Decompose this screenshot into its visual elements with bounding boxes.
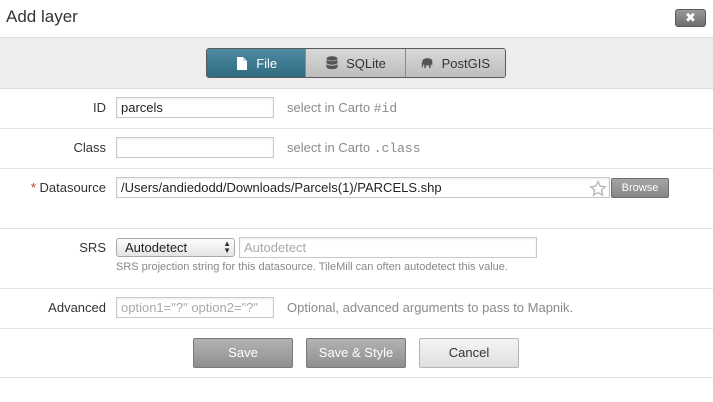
class-row: Class select in Carto .class [0, 129, 713, 169]
advanced-label: Advanced [48, 300, 106, 315]
datasource-label-text: Datasource [39, 180, 106, 195]
elephant-icon [421, 56, 434, 70]
tab-file-label: File [256, 55, 278, 71]
id-hint-text: select in Carto [287, 100, 371, 115]
id-row: ID parcels select in Carto #id [0, 89, 713, 129]
datasource-row: * Datasource /Users/andiedodd/Downloads/… [0, 169, 713, 229]
class-input[interactable] [116, 137, 274, 158]
advanced-row: Advanced option1="?" option2="?" Optiona… [0, 289, 713, 329]
id-hint: select in Carto #id [287, 100, 397, 116]
tab-postgis[interactable]: PostGIS [405, 49, 505, 77]
datasource-input[interactable]: /Users/andiedodd/Downloads/Parcels(1)/PA… [116, 177, 610, 198]
advanced-hint: Optional, advanced arguments to pass to … [287, 300, 574, 315]
tab-sqlite[interactable]: SQLite [306, 49, 406, 77]
save-button[interactable]: Save [193, 338, 293, 368]
tab-sqlite-label: SQLite [346, 55, 386, 71]
srs-input[interactable]: Autodetect [239, 237, 537, 258]
class-hint: select in Carto .class [287, 140, 421, 156]
cancel-button[interactable]: Cancel [419, 338, 519, 368]
dialog-titlebar: Add layer ✖ [0, 0, 713, 37]
database-icon [325, 56, 338, 70]
srs-select[interactable]: Autodetect ▲ ▼ [116, 238, 235, 257]
srs-select-value: Autodetect [125, 240, 188, 255]
select-arrows-icon: ▲ ▼ [223, 239, 231, 255]
dialog-title: Add layer [6, 7, 78, 26]
class-hint-text: select in Carto [287, 140, 371, 155]
browse-button[interactable]: Browse [611, 178, 669, 198]
star-icon[interactable] [589, 180, 607, 198]
srs-row: SRS Autodetect SRS projection string for… [0, 229, 713, 289]
advanced-input[interactable]: option1="?" option2="?" [116, 297, 274, 318]
srs-label: SRS [79, 240, 106, 255]
save-and-style-button[interactable]: Save & Style [306, 338, 406, 368]
id-hint-code: #id [373, 101, 398, 116]
required-marker: * [30, 180, 36, 195]
class-label: Class [73, 140, 106, 155]
datasource-label: * Datasource [31, 180, 106, 195]
source-tabs: File SQLite PostGIS [206, 48, 506, 78]
close-button[interactable]: ✖ [675, 9, 706, 27]
id-input[interactable]: parcels [116, 97, 274, 118]
tab-postgis-label: PostGIS [441, 55, 491, 71]
file-icon [235, 56, 248, 70]
tab-file[interactable]: File [207, 49, 307, 77]
class-hint-code: .class [373, 141, 421, 156]
source-tabs-band: File SQLite PostGIS [0, 37, 713, 89]
srs-hint: SRS projection string for this datasourc… [116, 261, 508, 273]
id-label: ID [93, 100, 106, 115]
